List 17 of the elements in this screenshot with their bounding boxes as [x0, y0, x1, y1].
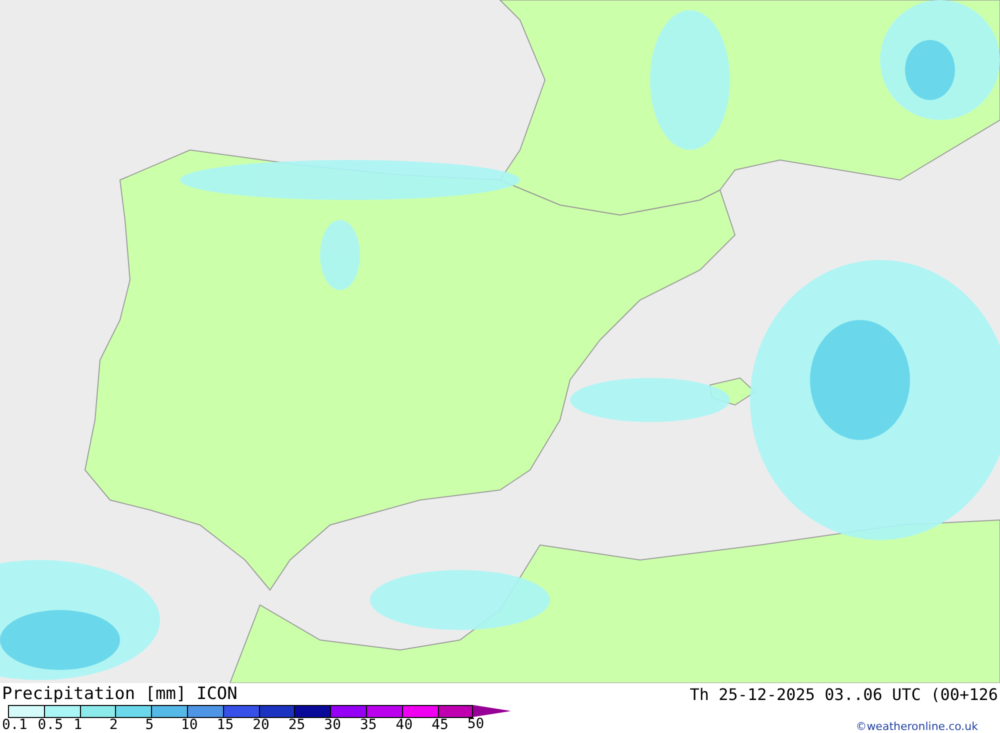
legend-label: 40: [396, 718, 413, 733]
legend-label: 0.1: [2, 718, 28, 733]
legend-label: 35: [360, 718, 377, 733]
legend-label: 45: [432, 718, 448, 733]
legend-label: 0.5: [38, 718, 64, 733]
legend-label: 20: [252, 718, 270, 733]
credit-text: ©weatheronline.co.uk: [856, 720, 978, 733]
legend-label: 5: [145, 718, 154, 733]
legend-label: 10: [180, 718, 198, 733]
legend-label: 50: [467, 717, 484, 732]
legend-label: 25: [288, 718, 306, 733]
valid-time: Th 25-12-2025 03..06 UTC (00+126: [690, 684, 998, 704]
legend-label: 15: [216, 718, 234, 733]
legend-label: 30: [324, 718, 342, 733]
legend-label: 2: [109, 718, 118, 733]
legend-label: 1: [74, 718, 82, 733]
map-title: Precipitation [mm] ICON: [2, 684, 238, 704]
